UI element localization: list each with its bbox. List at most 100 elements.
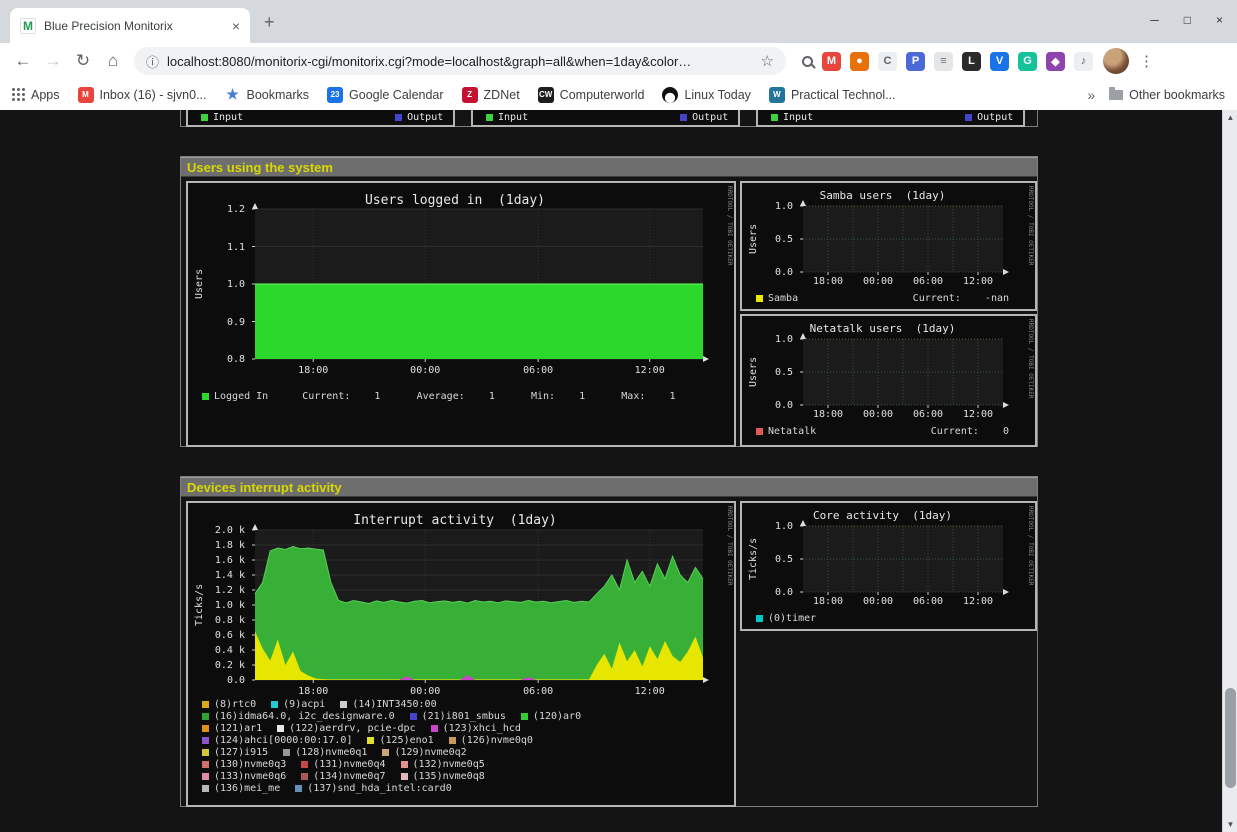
bookmark-item[interactable]: CW Computerworld: [538, 87, 645, 103]
users-logged-in-graph[interactable]: Users logged in (1day)Users1.21.11.00.90…: [186, 181, 736, 447]
y-tick-label: 0.8 k: [188, 615, 245, 626]
reload-button[interactable]: ↻: [68, 51, 98, 71]
url-text[interactable]: localhost:8080/monitorix-cgi/monitorix.c…: [167, 54, 753, 69]
y-tick-label: 0.5: [742, 554, 793, 565]
grammarly-icon[interactable]: G: [1018, 52, 1037, 71]
y-tick-label: 0.4 k: [188, 645, 245, 656]
legend-stats: Current: 1 Average: 1 Min: 1 Max: 1: [302, 391, 675, 402]
legend-label: (128)nvme0q1: [295, 747, 367, 758]
pocket-icon[interactable]: P: [906, 52, 925, 71]
copy-pages-icon[interactable]: C: [878, 52, 897, 71]
scroll-up-arrow[interactable]: ▲: [1223, 110, 1237, 125]
bookmark-item[interactable]: ZZDNet: [462, 87, 520, 103]
bookmark-item[interactable]: 23Google Calendar: [327, 87, 444, 103]
new-tab-button[interactable]: +: [264, 12, 275, 33]
bookmark-star-icon[interactable]: ☆: [761, 52, 774, 70]
y-tick-label: 1.0: [188, 279, 245, 290]
bookmark-item[interactable]: Linux Today: [662, 87, 751, 103]
chart-legend-row: (8)rtc0(9)acpi(14)INT3450:00: [202, 699, 452, 710]
forward-button[interactable]: →: [38, 51, 68, 71]
chart-legend-row: (130)nvme0q3(131)nvme0q4(132)nvme0q5: [202, 759, 500, 770]
legend-label: (120)ar0: [533, 711, 581, 722]
address-bar[interactable]: ⓘ localhost:8080/monitorix-cgi/monitorix…: [134, 47, 786, 75]
bookmark-favicon: W: [769, 87, 785, 103]
lock-extension-icon[interactable]: L: [962, 52, 981, 71]
input-legend: Input: [486, 112, 528, 123]
y-tick-label: 1.8 k: [188, 540, 245, 551]
y-tick-label: 0.5: [742, 367, 793, 378]
other-bookmarks[interactable]: Other bookmarks: [1109, 88, 1225, 102]
bookmark-item[interactable]: ★Bookmarks: [225, 87, 310, 103]
search-icon[interactable]: [802, 56, 813, 67]
meet-icon[interactable]: V: [990, 52, 1009, 71]
legend-color-swatch: [367, 737, 374, 744]
output-legend-swatch: [965, 114, 972, 121]
bookmarks-right-group: » Other bookmarks: [1087, 87, 1225, 103]
tab-close-icon[interactable]: ×: [232, 19, 240, 33]
apps-shortcut[interactable]: Apps: [12, 88, 60, 102]
bookmark-favicon: CW: [538, 87, 554, 103]
extension-icon[interactable]: ◆: [1046, 52, 1065, 71]
bookmark-item[interactable]: MInbox (16) - sjvn0...: [78, 87, 207, 103]
x-tick-label: 06:00: [521, 686, 555, 697]
bookmark-favicon: M: [78, 87, 94, 103]
vertical-scrollbar[interactable]: ▲ ▼: [1222, 110, 1237, 832]
core-activity-graph[interactable]: Core activity (1day)Ticks/s1.00.50.018:0…: [740, 501, 1037, 631]
browser-window: M Blue Precision Monitorix × + ─ □ × ← →…: [0, 0, 1237, 832]
legend-color-swatch: [277, 725, 284, 732]
minimize-button[interactable]: ─: [1150, 13, 1159, 27]
interrupt-activity-graph[interactable]: Interrupt activity (1day)Ticks/s2.0 k1.8…: [186, 501, 736, 807]
legend-color-swatch: [295, 785, 302, 792]
section-header-users: Users using the system: [181, 157, 1037, 177]
bookmark-label: ZDNet: [484, 88, 520, 102]
section-title: Devices interrupt activity: [187, 480, 342, 495]
browser-menu-icon[interactable]: ⋮: [1139, 52, 1154, 70]
browser-tab[interactable]: M Blue Precision Monitorix ×: [10, 8, 250, 43]
network-graph-partial[interactable]: Input Output: [186, 110, 455, 127]
legend-label: (127)i915: [214, 747, 268, 758]
bookmark-label: Practical Technol...: [791, 88, 896, 102]
network-graph-partial[interactable]: Input Output: [756, 110, 1025, 127]
netatalk-users-graph[interactable]: Netatalk users (1day)Users1.00.50.018:00…: [740, 314, 1037, 447]
plot-area: [799, 520, 1011, 598]
window-close-button[interactable]: ×: [1216, 13, 1223, 27]
playlist-icon[interactable]: ♪: [1074, 52, 1093, 71]
bookmark-label: Computerworld: [560, 88, 645, 102]
bookmarks-overflow-icon[interactable]: »: [1087, 87, 1095, 103]
legend-label: (132)nvme0q5: [413, 759, 485, 770]
scroll-down-arrow[interactable]: ▼: [1223, 817, 1237, 832]
network-graph-partial[interactable]: Input Output: [471, 110, 740, 127]
bookmark-favicon: ★: [225, 87, 241, 103]
back-button[interactable]: ←: [8, 51, 38, 71]
chart-legend: Netatalk: [756, 426, 816, 437]
chart-legend: (0)timer: [756, 613, 816, 624]
x-tick-label: 18:00: [296, 686, 330, 697]
input-legend: Input: [201, 112, 243, 123]
bookmarks-bar: Apps MInbox (16) - sjvn0... ★Bookmarks 23G…: [0, 79, 1237, 110]
y-tick-label: 2.0 k: [188, 525, 245, 536]
page-info-icon[interactable]: ⓘ: [146, 52, 159, 71]
x-tick-label: 00:00: [408, 686, 442, 697]
legend-label: (136)mei_me: [214, 783, 280, 794]
bookmark-item[interactable]: W Practical Technol...: [769, 87, 896, 103]
legend-color-swatch: [301, 773, 308, 780]
home-button[interactable]: ⌂: [98, 51, 128, 71]
other-bookmarks-label: Other bookmarks: [1129, 88, 1225, 102]
layers-icon[interactable]: ≡: [934, 52, 953, 71]
legend-color-swatch: [401, 761, 408, 768]
keep-icon[interactable]: ●: [850, 52, 869, 71]
output-legend: Output: [395, 112, 443, 123]
profile-avatar[interactable]: [1103, 48, 1129, 74]
y-tick-label: 0.0: [188, 675, 245, 686]
scrollbar-thumb[interactable]: [1225, 688, 1236, 788]
legend-label: (14)INT3450:00: [352, 699, 436, 710]
legend-label: (16)idma64.0, i2c_designware.0: [214, 711, 395, 722]
legend-label: (131)nvme0q4: [313, 759, 385, 770]
legend-label: (122)aerdrv, pcie-dpc: [289, 723, 415, 734]
legend-color-swatch: [271, 701, 278, 708]
bookmark-favicon: 23: [327, 87, 343, 103]
samba-users-graph[interactable]: Samba users (1day)Users1.00.50.018:0000:…: [740, 181, 1037, 311]
gmail-icon[interactable]: M: [822, 52, 841, 71]
maximize-button[interactable]: □: [1184, 13, 1191, 27]
legend-label: (133)nvme0q6: [214, 771, 286, 782]
